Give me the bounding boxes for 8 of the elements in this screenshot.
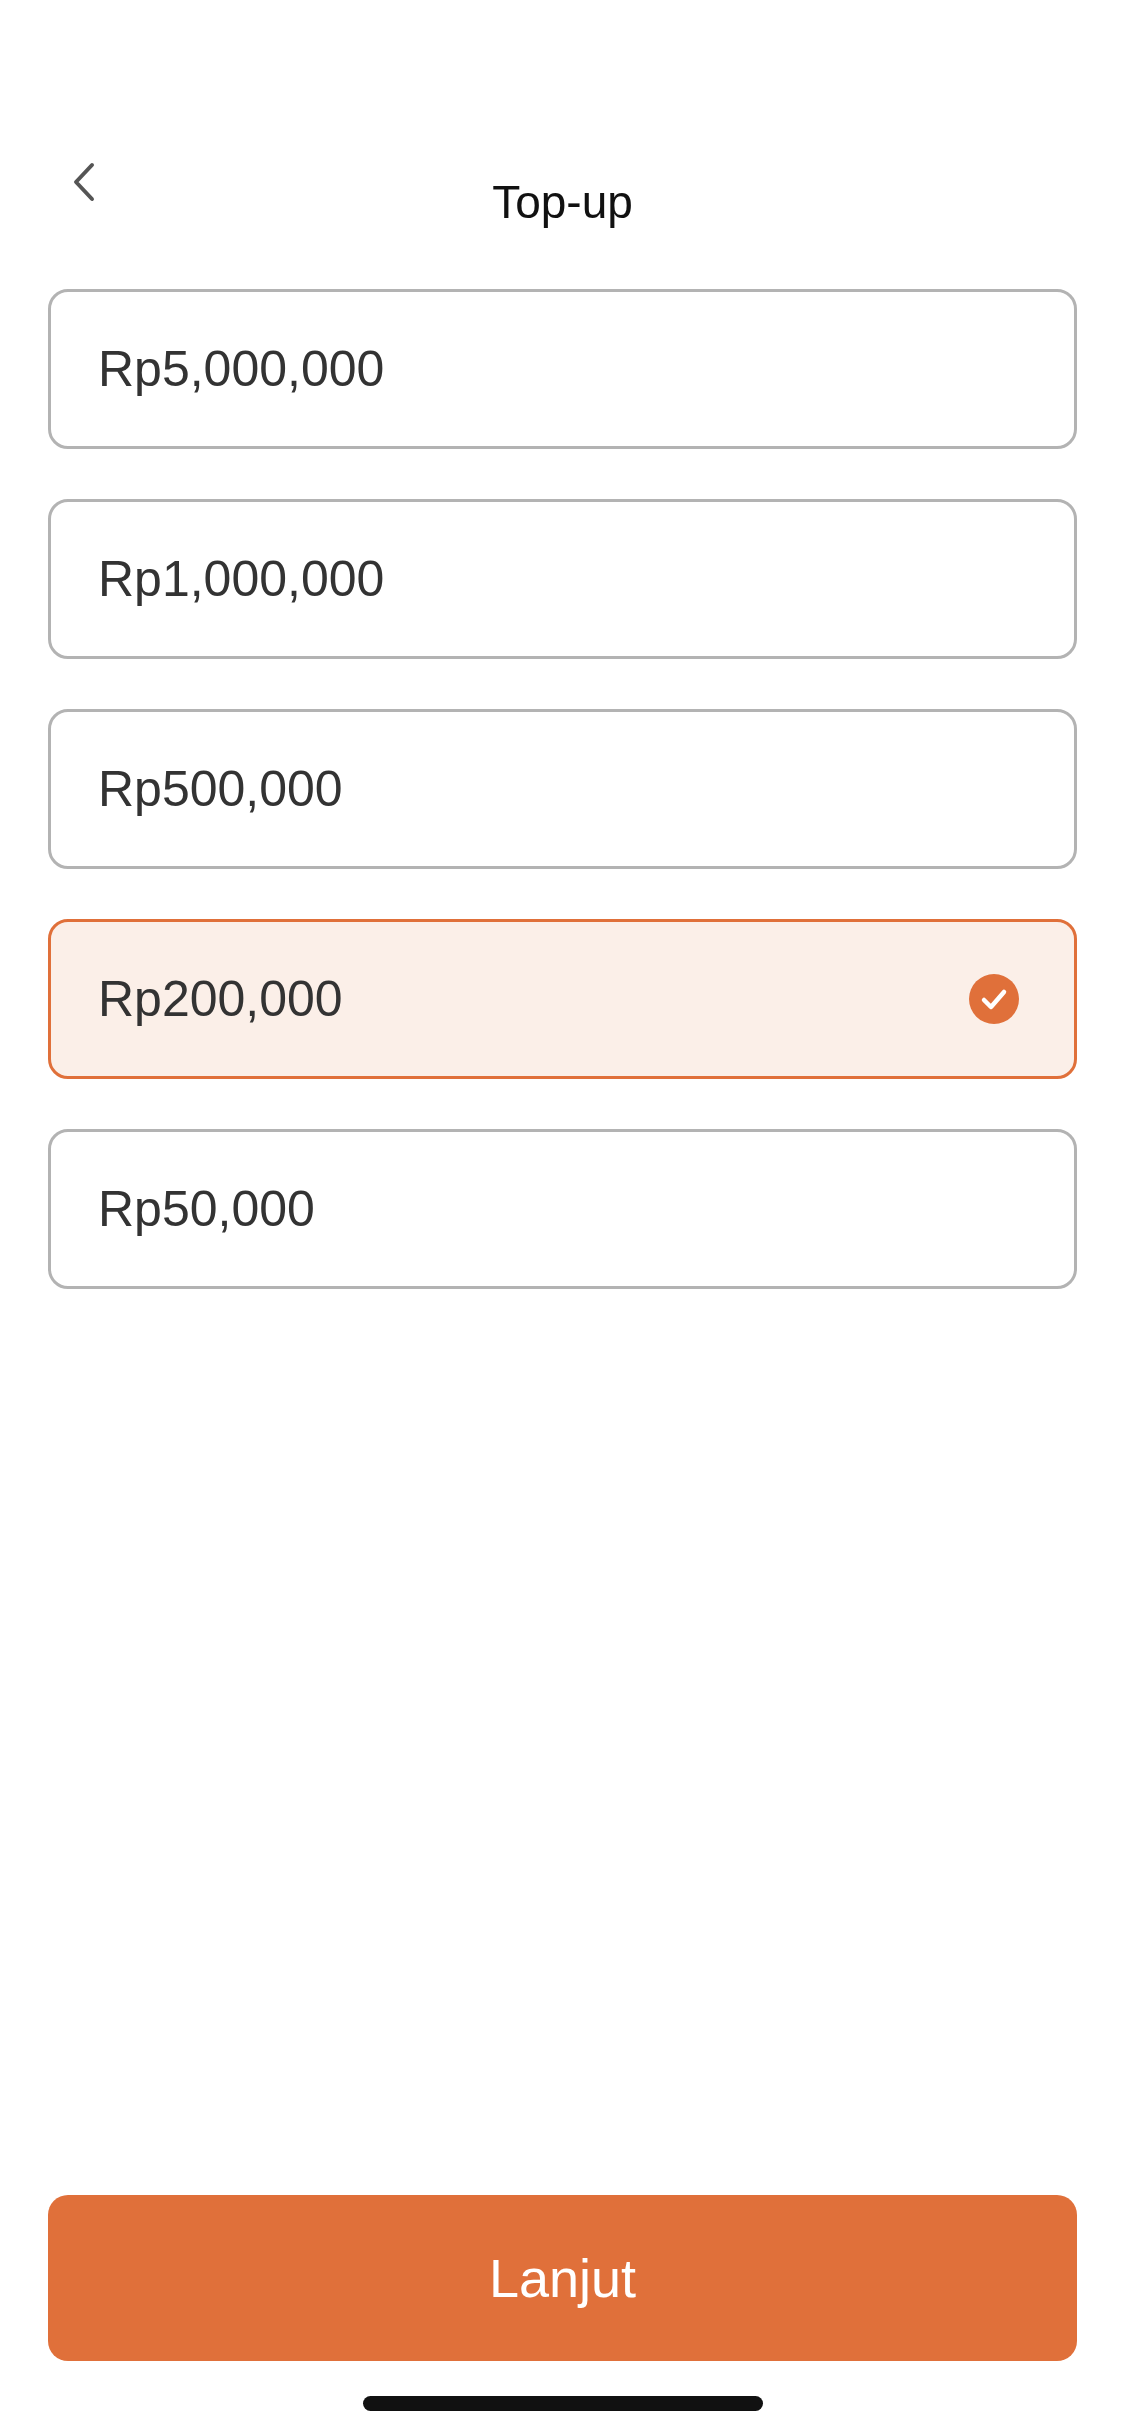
amount-option[interactable]: Rp5,000,000 bbox=[48, 289, 1077, 449]
page-title: Top-up bbox=[492, 175, 633, 229]
back-icon[interactable] bbox=[72, 162, 96, 202]
amount-option[interactable]: Rp1,000,000 bbox=[48, 499, 1077, 659]
amount-option[interactable]: Rp50,000 bbox=[48, 1129, 1077, 1289]
amount-option[interactable]: Rp500,000 bbox=[48, 709, 1077, 869]
check-icon bbox=[969, 974, 1019, 1024]
amount-option[interactable]: Rp200,000 bbox=[48, 919, 1077, 1079]
